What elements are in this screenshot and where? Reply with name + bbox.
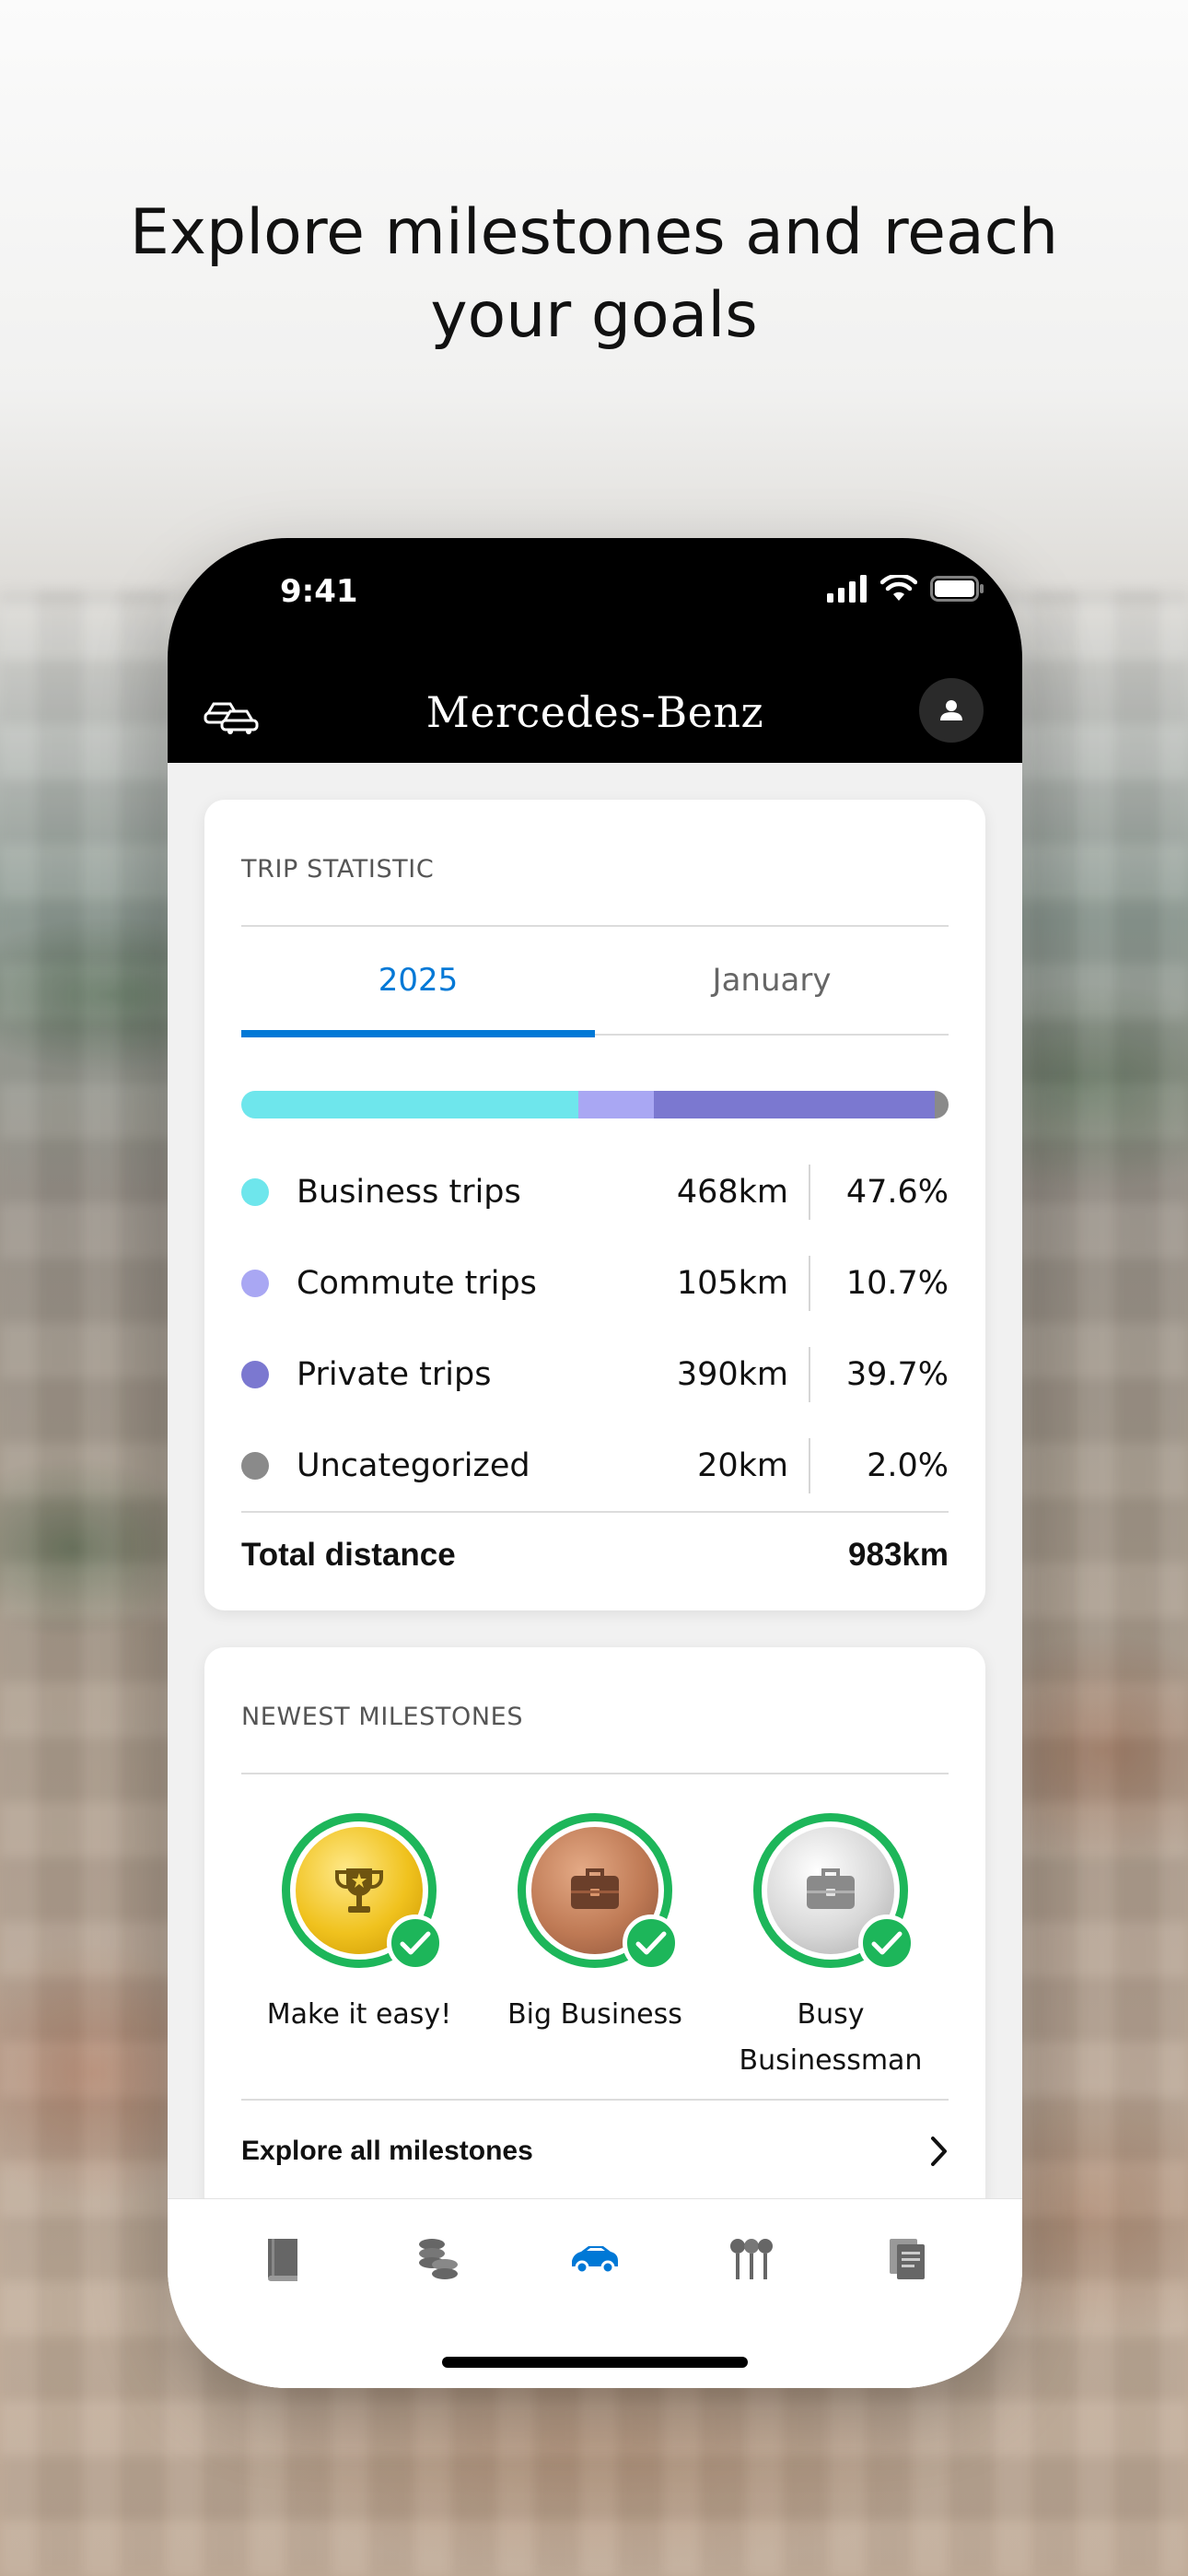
trip-label: Commute trips [297, 1265, 537, 1302]
milestone-item[interactable]: Make it easy! [241, 1813, 477, 2084]
milestone-item[interactable]: Big Business [477, 1813, 713, 2084]
headline-line-1: Explore milestones and reach [129, 196, 1059, 269]
coins-icon [419, 2239, 459, 2279]
legend-dot [241, 1270, 269, 1297]
total-distance-value: 983km [848, 1537, 949, 1573]
chevron-right-icon [931, 2137, 947, 2166]
trophy-icon [334, 1868, 384, 1913]
completed-check-icon [623, 1914, 680, 1972]
briefcase-icon [807, 1868, 855, 1909]
wifi-icon [880, 575, 917, 601]
trip-label: Uncategorized [297, 1447, 530, 1484]
brand-wordmark: Mercedes-Benz [425, 687, 764, 737]
phone-frame: 9:41 Mercedes-Benz TRIP STATISTIC 2025 J… [168, 538, 1022, 2388]
status-time: 9:41 [280, 573, 358, 610]
nav-trips[interactable] [553, 2218, 636, 2301]
home-indicator [442, 2357, 748, 2368]
profile-button[interactable] [919, 678, 984, 743]
milestone-item[interactable]: Busy Businessman [713, 1813, 949, 2084]
card-divider [241, 925, 949, 927]
completed-check-icon [387, 1914, 444, 1972]
distribution-bar [241, 1091, 949, 1118]
completed-check-icon [858, 1914, 915, 1972]
trip-percentage: 39.7% [845, 1356, 949, 1393]
milestones-title: NEWEST MILESTONES [241, 1703, 524, 1731]
bar-segment-business [241, 1091, 578, 1118]
trip-distance: 390km [626, 1347, 810, 1402]
app-bar: Mercedes-Benz [168, 667, 1022, 763]
trip-distance: 105km [626, 1256, 810, 1311]
explore-all-milestones-label: Explore all milestones [241, 2136, 533, 2166]
status-icons [827, 575, 985, 603]
trip-statistic-card: TRIP STATISTIC 2025 January Business tri… [204, 800, 985, 1610]
battery-icon [930, 576, 984, 602]
briefcase-icon [571, 1868, 619, 1909]
trip-distance: 468km [626, 1165, 810, 1220]
nav-expenses[interactable] [397, 2218, 480, 2301]
bar-segment-uncategorized [934, 1091, 949, 1118]
tab-baseline [595, 1034, 949, 1036]
book-icon [267, 2239, 297, 2282]
trip-row-private: Private trips 390km 39.7% [241, 1347, 949, 1402]
status-bar: 9:41 [168, 538, 1022, 667]
car-icon [571, 2246, 618, 2275]
bar-segment-commute [577, 1091, 654, 1118]
nav-charging[interactable] [710, 2218, 793, 2301]
bar-segment-private [653, 1091, 935, 1118]
nav-documents[interactable] [866, 2218, 949, 2301]
trip-percentage: 10.7% [845, 1265, 949, 1302]
legend-dot [241, 1178, 269, 1206]
legend-dot [241, 1452, 269, 1480]
signal-icon [827, 575, 867, 603]
charging-icon [729, 2239, 773, 2279]
milestone-label: Busy Businessman [739, 1998, 923, 2077]
bottom-navigation [168, 2198, 1022, 2388]
tab-year[interactable]: 2025 [241, 962, 595, 999]
trip-distance: 20km [626, 1438, 810, 1493]
milestones-card: NEWEST MILESTONES Make it easy! Big Busi… [204, 1647, 985, 2292]
trip-row-commute: Commute trips 105km 10.7% [241, 1256, 949, 1311]
trip-row-uncategorized: Uncategorized 20km 2.0% [241, 1438, 949, 1493]
milestone-label: Make it easy! [266, 1998, 452, 2031]
card-divider [241, 2099, 949, 2101]
total-distance-row: Total distance 983km [241, 1537, 949, 1574]
trip-percentage: 47.6% [845, 1174, 949, 1211]
tab-month[interactable]: January [595, 962, 949, 999]
trip-label: Business trips [297, 1174, 521, 1211]
trip-percentage: 2.0% [867, 1447, 949, 1484]
milestone-list: Make it easy! Big Business Busy Business… [241, 1813, 949, 2084]
milestone-label: Big Business [507, 1998, 682, 2031]
legend-dot [241, 1361, 269, 1388]
documents-icon [890, 2239, 926, 2279]
explore-all-milestones-link[interactable]: Explore all milestones [241, 2136, 949, 2167]
total-distance-label: Total distance [241, 1537, 456, 1573]
total-divider [241, 1511, 949, 1513]
promo-headline: Explore milestones and reach your goals [0, 192, 1188, 357]
headline-line-2: your goals [430, 279, 758, 352]
nav-logbook[interactable] [241, 2218, 324, 2301]
trip-row-business: Business trips 468km 47.6% [241, 1165, 949, 1220]
trip-statistic-title: TRIP STATISTIC [241, 855, 435, 884]
trip-label: Private trips [297, 1356, 492, 1393]
content-scroll[interactable]: TRIP STATISTIC 2025 January Business tri… [168, 763, 1022, 2388]
active-tab-indicator [241, 1030, 595, 1037]
person-icon [940, 700, 962, 720]
card-divider [241, 1773, 949, 1774]
